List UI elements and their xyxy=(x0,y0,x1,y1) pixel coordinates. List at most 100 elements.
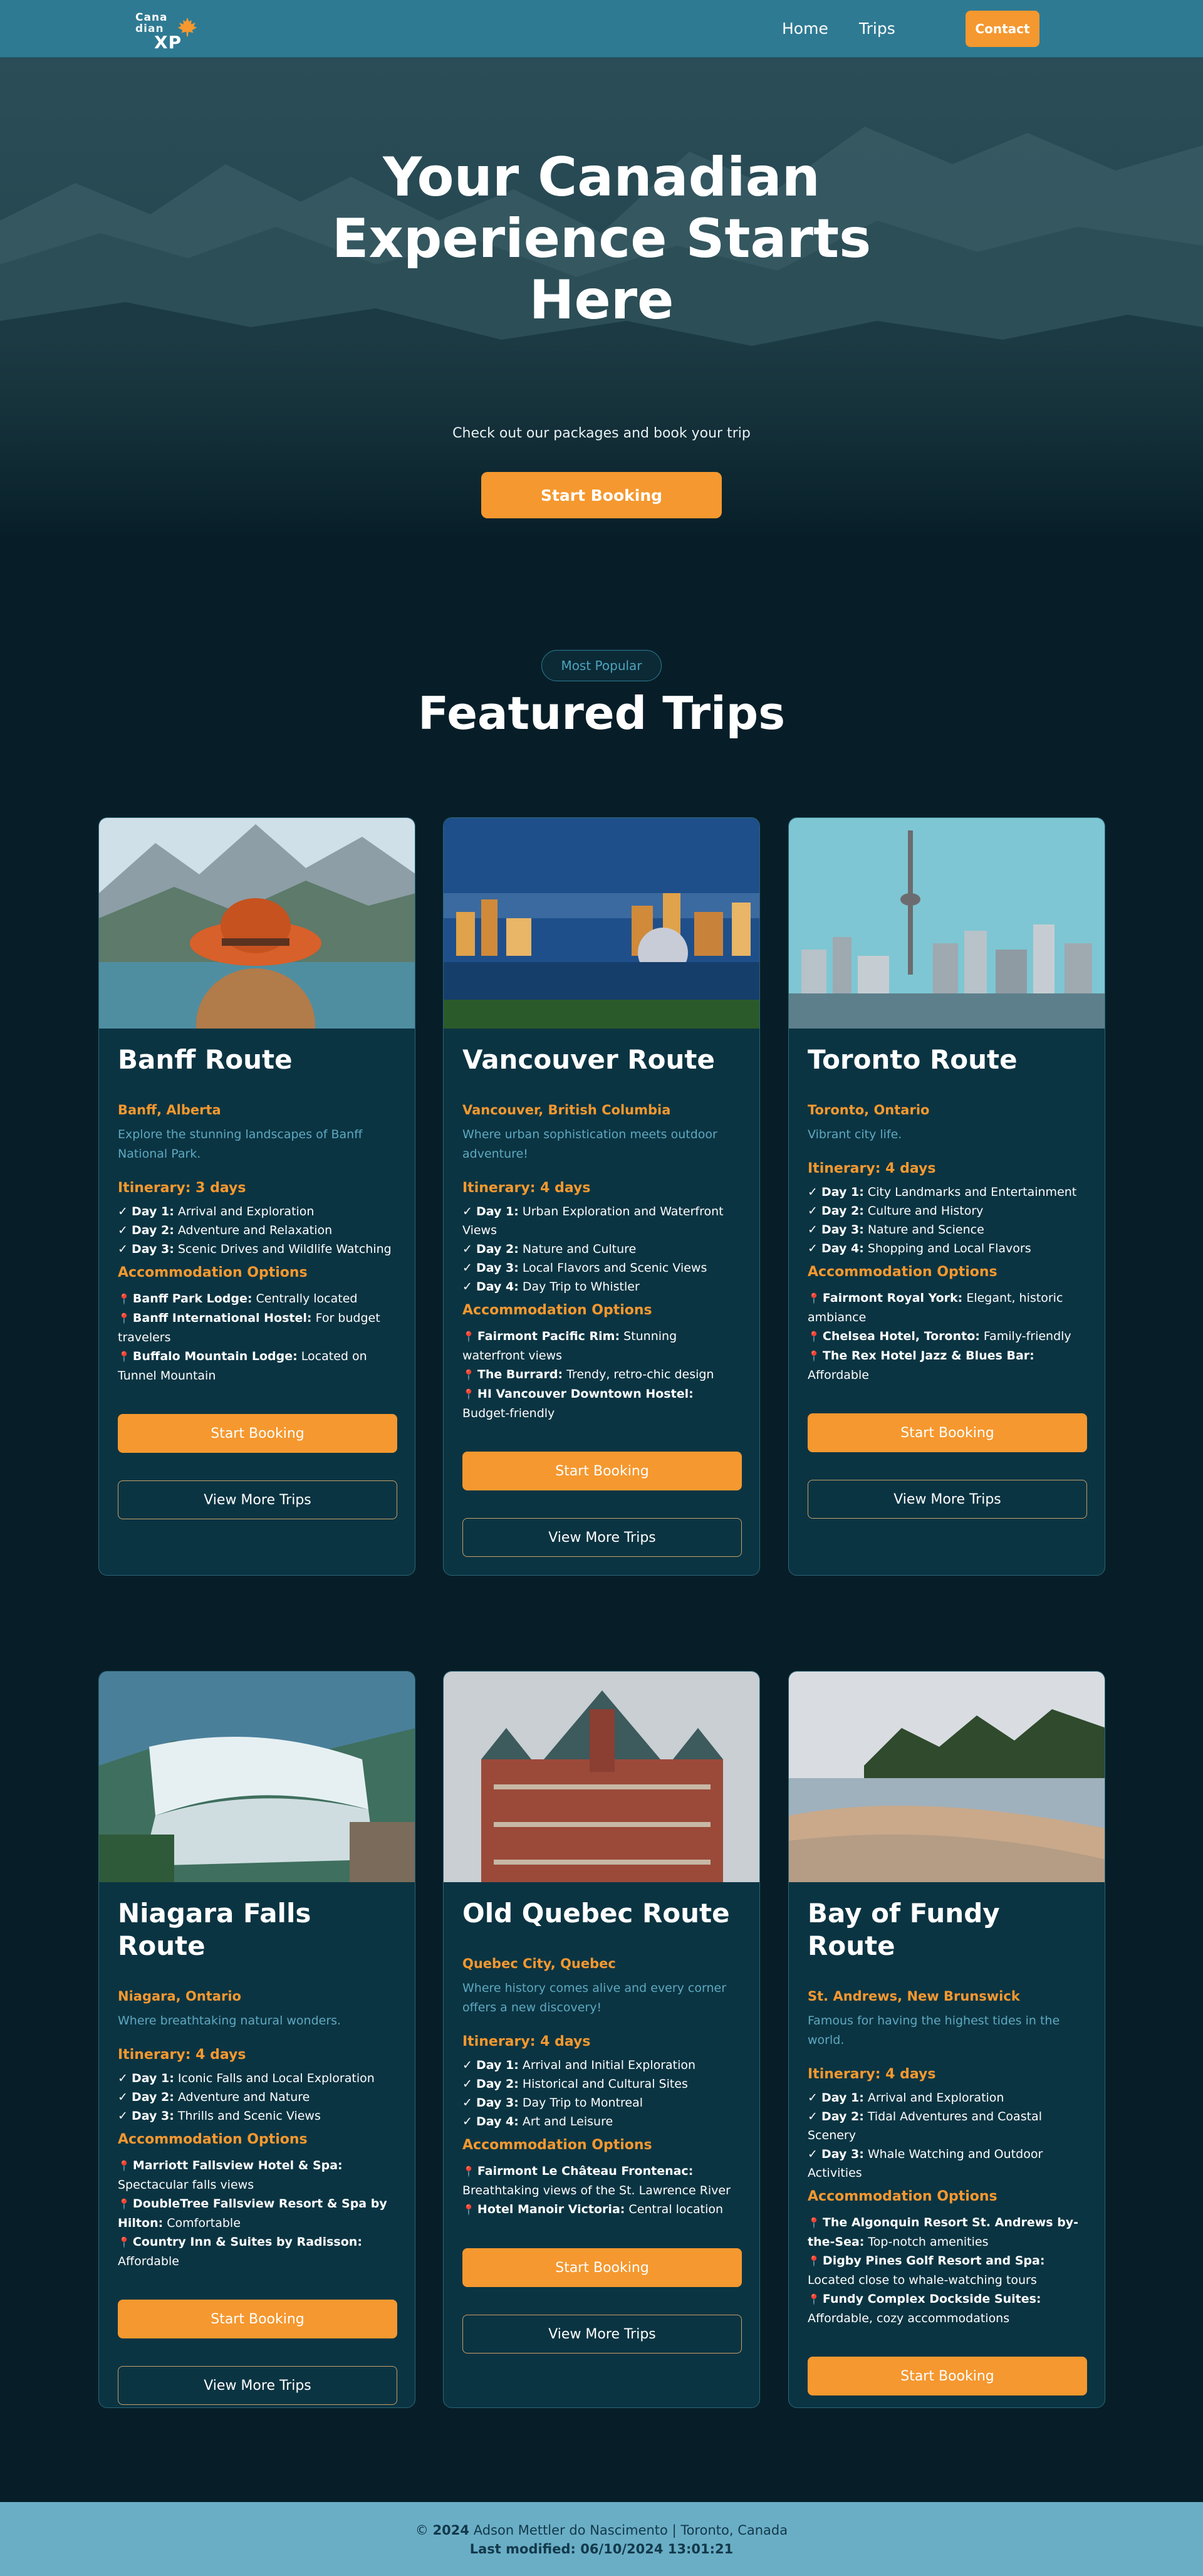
map-pin-icon: 📍 xyxy=(808,1350,820,1362)
map-pin-icon: 📍 xyxy=(808,1331,820,1343)
nav-home-link[interactable]: Home xyxy=(782,19,828,38)
accommodation-item: 📍 Fairmont Pacific Rim: Stunning waterfro… xyxy=(462,1329,677,1363)
accommodation-title: Accommodation Options xyxy=(462,2137,652,2153)
itinerary-day: ✓ Day 3: Whale Watching and Outdoor Acti… xyxy=(808,2147,1043,2180)
accommodation-item: 📍 DoubleTree Fallsview Resort & Spa by Hi… xyxy=(118,2197,387,2230)
hero-subtitle: Check out our packages and book your tri… xyxy=(452,426,751,441)
trip-description: Where history comes alive and every corn… xyxy=(462,1981,727,2014)
trip-image-vancouver xyxy=(444,818,759,1029)
view-more-trips-button[interactable]: View More Trips xyxy=(118,2366,397,2405)
start-booking-button[interactable]: Start Booking xyxy=(118,2300,397,2338)
accommodation-list: 📍 Fairmont Le Château Frontenac: Breathta… xyxy=(462,2162,741,2219)
start-booking-button[interactable]: Start Booking xyxy=(118,1414,397,1453)
trip-itinerary-title: Itinerary: 4 days xyxy=(808,1161,936,1176)
accommodation-list: 📍 Fairmont Pacific Rim: Stunning waterfro… xyxy=(462,1327,741,1423)
hero-section: Your Canadian Experience Starts Here Che… xyxy=(0,58,1203,539)
trip-description: Vibrant city life. xyxy=(808,1128,902,1141)
trip-image-bay-of-fundy xyxy=(789,1672,1105,1882)
itinerary-day: ✓ Day 1: Arrival and Exploration xyxy=(808,2091,1004,2105)
map-pin-icon: 📍 xyxy=(462,2165,475,2177)
trip-image-niagara xyxy=(99,1672,415,1882)
trip-itinerary-title: Itinerary: 4 days xyxy=(118,2047,246,2063)
trip-description: Famous for having the highest tides in t… xyxy=(808,2014,1060,2047)
start-booking-button[interactable]: Start Booking xyxy=(462,2248,742,2287)
trip-itinerary-title: Itinerary: 4 days xyxy=(462,1180,591,1196)
accommodation-list: 📍 Fairmont Royal York: Elegant, historic … xyxy=(808,1289,1086,1385)
accommodation-item: 📍 Banff Park Lodge: Centrally located xyxy=(118,1292,358,1306)
accommodation-item: 📍 Hotel Manoir Victoria: Central location xyxy=(462,2202,724,2216)
accommodation-list: 📍 Banff Park Lodge: Centrally located 📍 Ba… xyxy=(118,1289,396,1385)
accommodation-item: 📍 Fairmont Royal York: Elegant, historic … xyxy=(808,1291,1063,1324)
itinerary-day: ✓ Day 2: Nature and Culture xyxy=(462,1242,637,1256)
featured-trips-section: Most Popular Featured Trips Banff Route … xyxy=(0,539,1203,2502)
itinerary-day: ✓ Day 3: Thrills and Scenic Views xyxy=(118,2109,321,2123)
map-pin-icon: 📍 xyxy=(462,1388,475,1400)
accommodation-item: 📍 Fairmont Le Château Frontenac: Breathta… xyxy=(462,2164,731,2197)
itinerary-day: ✓ Day 2: Adventure and Nature xyxy=(118,2090,310,2104)
nav-trips-link[interactable]: Trips xyxy=(859,19,895,38)
map-pin-icon: 📍 xyxy=(118,2160,130,2172)
accommodation-item: 📍 Chelsea Hotel, Toronto: Family-friendly xyxy=(808,1329,1071,1343)
trip-itinerary-list: ✓ Day 1: Arrival and Initial Exploration… xyxy=(462,2056,741,2131)
map-pin-icon: 📍 xyxy=(462,1331,475,1343)
accommodation-title: Accommodation Options xyxy=(118,2132,308,2147)
trip-location: Quebec City, Quebec xyxy=(462,1956,616,1971)
map-pin-icon: 📍 xyxy=(118,2198,130,2210)
site-logo[interactable]: Cana dian XP xyxy=(135,9,204,53)
trip-itinerary-list: ✓ Day 1: Iconic Falls and Local Explorat… xyxy=(118,2069,396,2125)
map-pin-icon: 📍 xyxy=(462,1369,475,1381)
itinerary-day: ✓ Day 1: Urban Exploration and Waterfron… xyxy=(462,1205,724,1237)
accommodation-item: 📍 Marriott Fallsview Hotel & Spa: Spectac… xyxy=(118,2159,343,2192)
start-booking-button[interactable]: Start Booking xyxy=(462,1452,742,1490)
trip-title: Bay of Fundy Route xyxy=(808,1898,1000,1961)
trip-card-banff: Banff Route Banff, Alberta Explore the s… xyxy=(98,817,415,1576)
accommodation-title: Accommodation Options xyxy=(808,2189,997,2204)
trip-location: Niagara, Ontario xyxy=(118,1989,241,2004)
trip-itinerary-title: Itinerary: 4 days xyxy=(808,2066,936,2082)
trip-description: Where urban sophistication meets outdoor… xyxy=(462,1128,717,1161)
itinerary-day: ✓ Day 2: Tidal Adventures and Coastal Sc… xyxy=(808,2110,1042,2142)
itinerary-day: ✓ Day 2: Historical and Cultural Sites xyxy=(462,2077,688,2091)
itinerary-day: ✓ Day 2: Culture and History xyxy=(808,1204,984,1218)
contact-button[interactable]: Contact xyxy=(966,11,1039,47)
start-booking-button[interactable]: Start Booking xyxy=(808,2357,1087,2395)
map-pin-icon: 📍 xyxy=(118,1351,130,1363)
maple-leaf-icon xyxy=(177,17,197,37)
trip-itinerary-list: ✓ Day 1: Arrival and Exploration ✓ Day 2… xyxy=(808,2088,1086,2182)
hero-title: Your Canadian Experience Starts Here xyxy=(331,146,872,332)
trip-title: Old Quebec Route xyxy=(462,1898,730,1929)
accommodation-item: 📍 Buffalo Mountain Lodge: Located on Tunn… xyxy=(118,1349,367,1383)
trip-image-banff xyxy=(99,818,415,1029)
view-more-trips-button[interactable]: View More Trips xyxy=(462,1518,742,1557)
accommodation-list: 📍 The Algonquin Resort St. Andrews by-the… xyxy=(808,2213,1086,2328)
trip-location: Banff, Alberta xyxy=(118,1102,221,1118)
accommodation-title: Accommodation Options xyxy=(808,1264,997,1280)
accommodation-item: 📍 Banff International Hostel: For budget … xyxy=(118,1311,380,1344)
logo-text-line1: Cana xyxy=(135,11,168,24)
trip-itinerary-list: ✓ Day 1: Arrival and Exploration ✓ Day 2… xyxy=(118,1202,396,1259)
accommodation-item: 📍 Fundy Complex Dockside Suites: Affordab… xyxy=(808,2292,1041,2325)
itinerary-day: ✓ Day 4: Shopping and Local Flavors xyxy=(808,1242,1031,1255)
accommodation-item: 📍 Country Inn & Suites by Radisson: Affor… xyxy=(118,2235,362,2268)
accommodation-item: 📍 The Burrard: Trendy, retro-chic design xyxy=(462,1368,714,1381)
map-pin-icon: 📍 xyxy=(118,1312,130,1324)
trip-card-bay-of-fundy: Bay of Fundy Route St. Andrews, New Brun… xyxy=(788,1671,1105,2408)
trip-itinerary-title: Itinerary: 4 days xyxy=(462,2034,591,2050)
accommodation-title: Accommodation Options xyxy=(462,1302,652,1318)
itinerary-day: ✓ Day 1: Arrival and Exploration xyxy=(118,1205,315,1218)
site-header: Cana dian XP Home Trips Contact xyxy=(0,0,1203,58)
view-more-trips-button[interactable]: View More Trips xyxy=(118,1480,397,1519)
view-more-trips-button[interactable]: View More Trips xyxy=(808,1480,1087,1519)
accommodation-item: 📍 Digby Pines Golf Resort and Spa: Locate… xyxy=(808,2254,1045,2287)
view-more-trips-button[interactable]: View More Trips xyxy=(462,2315,742,2353)
itinerary-day: ✓ Day 4: Day Trip to Whistler xyxy=(462,1280,640,1294)
start-booking-button[interactable]: Start Booking xyxy=(808,1413,1087,1452)
trip-itinerary-list: ✓ Day 1: Urban Exploration and Waterfron… xyxy=(462,1202,741,1296)
map-pin-icon: 📍 xyxy=(808,2217,820,2229)
map-pin-icon: 📍 xyxy=(462,2204,475,2216)
itinerary-day: ✓ Day 1: Iconic Falls and Local Explorat… xyxy=(118,2071,375,2085)
hero-start-booking-button[interactable]: Start Booking xyxy=(481,472,722,518)
footer-copyright: © 2024 Adson Mettler do Nascimento | Tor… xyxy=(415,2523,788,2538)
itinerary-day: ✓ Day 1: City Landmarks and Entertainmen… xyxy=(808,1185,1077,1199)
itinerary-day: ✓ Day 3: Local Flavors and Scenic Views xyxy=(462,1261,707,1275)
